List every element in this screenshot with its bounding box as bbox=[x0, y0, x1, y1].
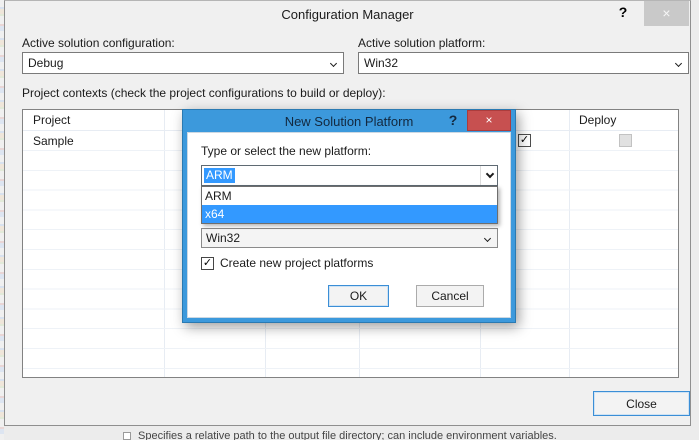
platform-dropdown-list: ARM x64 bbox=[201, 186, 498, 224]
copy-settings-from-combobox[interactable]: Win32 bbox=[201, 228, 498, 248]
deploy-column-header: Deploy bbox=[579, 113, 616, 127]
screen: Specifies a relative path to the output … bbox=[0, 0, 699, 440]
chevron-down-icon bbox=[484, 235, 491, 242]
create-project-platforms-checkbox[interactable]: ✓ bbox=[201, 257, 214, 270]
project-column-header: Project bbox=[33, 113, 70, 127]
help-icon[interactable]: ? bbox=[446, 112, 460, 128]
new-platform-combobox[interactable]: ARM bbox=[201, 165, 498, 186]
modal-title: New Solution Platform bbox=[183, 114, 515, 129]
active-platform-combobox[interactable]: Win32 bbox=[358, 52, 689, 74]
modal-body: Type or select the new platform: ARM ARM… bbox=[187, 132, 511, 318]
background-status-label: Specifies a relative path to the output … bbox=[138, 430, 557, 440]
background-clipped-status-text: Specifies a relative path to the output … bbox=[123, 430, 557, 440]
deploy-checkbox bbox=[619, 134, 632, 147]
build-checkbox[interactable]: ✓ bbox=[518, 134, 531, 147]
ok-button[interactable]: OK bbox=[328, 285, 389, 307]
background-status-icon bbox=[123, 432, 131, 440]
chevron-down-icon bbox=[330, 60, 337, 67]
project-name-cell: Sample bbox=[33, 134, 74, 148]
close-button[interactable]: Close bbox=[593, 391, 690, 416]
project-contexts-label: Project contexts (check the project conf… bbox=[22, 86, 386, 100]
copy-settings-from-value: Win32 bbox=[206, 231, 240, 245]
close-icon: × bbox=[644, 1, 689, 26]
chevron-down-icon bbox=[486, 170, 494, 178]
dropdown-item-arm[interactable]: ARM bbox=[202, 187, 497, 205]
chevron-down-icon bbox=[675, 60, 682, 67]
new-solution-platform-dialog: New Solution Platform ? × Type or select… bbox=[182, 109, 516, 323]
active-configuration-combobox[interactable]: Debug bbox=[22, 52, 344, 74]
new-platform-label: Type or select the new platform: bbox=[201, 144, 371, 158]
dropdown-button[interactable] bbox=[480, 166, 497, 185]
cancel-button[interactable]: Cancel bbox=[416, 285, 484, 307]
close-icon[interactable]: × bbox=[467, 110, 511, 131]
active-platform-label: Active solution platform: bbox=[358, 36, 485, 50]
dropdown-item-x64[interactable]: x64 bbox=[202, 205, 497, 223]
active-configuration-label: Active solution configuration: bbox=[22, 36, 175, 50]
create-project-platforms-label: Create new project platforms bbox=[220, 256, 373, 270]
dialog-title: Configuration Manager bbox=[5, 7, 690, 22]
active-configuration-value: Debug bbox=[28, 56, 63, 70]
help-icon[interactable]: ? bbox=[616, 4, 630, 20]
active-platform-value: Win32 bbox=[364, 56, 398, 70]
new-platform-input-value: ARM bbox=[204, 168, 235, 183]
